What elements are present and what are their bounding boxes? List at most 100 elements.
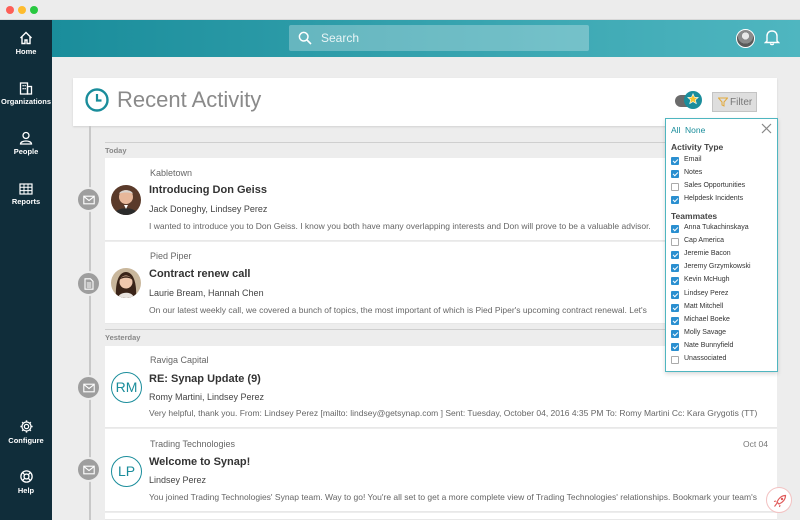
gear-icon bbox=[19, 420, 33, 433]
grid-icon bbox=[19, 183, 33, 195]
sidebar-item-help[interactable]: Help bbox=[0, 469, 52, 495]
filter-option-label: Molly Savage bbox=[684, 328, 727, 336]
mail-icon bbox=[83, 465, 95, 475]
search-icon bbox=[298, 31, 312, 45]
teammates-heading: Teammates bbox=[671, 211, 718, 221]
activity-people: Jack Doneghy, Lindsey Perez bbox=[149, 204, 268, 214]
checkbox[interactable] bbox=[671, 196, 679, 205]
timeline-marker bbox=[76, 187, 101, 212]
home-icon bbox=[20, 31, 32, 45]
filter-option-label: Anna Tukachinskaya bbox=[684, 224, 749, 231]
starred-toggle[interactable] bbox=[684, 91, 702, 109]
sidebar-item-label: People bbox=[13, 147, 39, 156]
close-window-button[interactable] bbox=[6, 6, 14, 14]
window-titlebar bbox=[0, 0, 800, 20]
person-icon bbox=[19, 131, 33, 145]
search-input[interactable] bbox=[321, 29, 576, 47]
avatar bbox=[111, 268, 141, 298]
checkbox[interactable] bbox=[671, 183, 679, 192]
timeline-marker bbox=[76, 271, 101, 296]
top-bar bbox=[52, 20, 800, 57]
filter-label: Filter bbox=[730, 96, 753, 108]
avatar bbox=[111, 185, 141, 215]
avatar: RM bbox=[111, 372, 142, 403]
activity-title[interactable]: Contract renew call bbox=[149, 268, 250, 280]
sidebar-item-label: Reports bbox=[11, 197, 41, 206]
clock-icon bbox=[85, 88, 109, 112]
star-icon bbox=[687, 93, 699, 105]
timeline-marker bbox=[76, 375, 101, 400]
maximize-window-button[interactable] bbox=[30, 6, 38, 14]
sidebar-item-home[interactable]: Home bbox=[0, 31, 52, 56]
activity-title[interactable]: Welcome to Synap! bbox=[149, 456, 250, 468]
activity-title[interactable]: RE: Synap Update (9) bbox=[149, 373, 261, 385]
checkbox[interactable] bbox=[671, 157, 679, 165]
mail-icon bbox=[83, 383, 95, 393]
checkbox[interactable] bbox=[671, 329, 679, 338]
filter-option-label: Michael Boeke bbox=[684, 315, 730, 323]
sidebar-item-reports[interactable]: Reports bbox=[0, 183, 52, 206]
filter-option-label: Nate Bunnyfield bbox=[684, 341, 734, 349]
filter-option-label: Helpdesk Incidents bbox=[684, 195, 744, 203]
sidebar-item-label: Home bbox=[15, 47, 37, 56]
minimize-window-button[interactable] bbox=[18, 6, 26, 14]
activity-type-heading: Activity Type bbox=[671, 142, 724, 152]
building-icon bbox=[19, 82, 33, 95]
checkbox[interactable] bbox=[671, 316, 679, 325]
activity-org: Raviga Capital bbox=[150, 355, 209, 365]
user-avatar[interactable] bbox=[736, 29, 755, 48]
sidebar-item-label: Configure bbox=[8, 436, 44, 445]
checkbox[interactable] bbox=[671, 264, 679, 273]
checkbox[interactable] bbox=[671, 170, 679, 179]
activity-date: Oct 04 bbox=[742, 439, 768, 449]
filter-option-label: Matt Mitchell bbox=[684, 302, 724, 310]
checkbox[interactable] bbox=[671, 356, 679, 364]
activity-body: Very helpful, thank you. From: Lindsey P… bbox=[149, 408, 759, 418]
checkbox[interactable] bbox=[671, 290, 679, 299]
filter-option-label: Kevin McHugh bbox=[684, 276, 730, 284]
close-icon[interactable] bbox=[761, 123, 772, 134]
sidebar-item-configure[interactable]: Configure bbox=[0, 419, 52, 445]
checkbox[interactable] bbox=[671, 238, 679, 247]
sidebar: Home Organizations People Reports Config… bbox=[0, 20, 52, 520]
avatar: LP bbox=[111, 456, 142, 487]
rocket-icon bbox=[773, 494, 787, 508]
filter-button[interactable]: Filter bbox=[712, 92, 757, 112]
filter-panel: All None Activity Type Email Notes Sales O… bbox=[665, 118, 778, 372]
checkbox[interactable] bbox=[671, 342, 679, 351]
sidebar-item-people[interactable]: People bbox=[0, 131, 52, 156]
lifebuoy-icon bbox=[19, 470, 33, 483]
filter-option-label: Jeremie Bacon bbox=[684, 250, 731, 258]
bell-icon[interactable] bbox=[764, 28, 780, 46]
checkbox[interactable] bbox=[671, 251, 679, 260]
select-all-link[interactable]: All bbox=[671, 125, 680, 135]
activity-people: Lindsey Perez bbox=[149, 475, 207, 485]
filter-option-label: Unassociated bbox=[684, 355, 727, 362]
activity-org: Trading Technologies bbox=[150, 439, 236, 449]
activity-body: You joined Trading Technologies' Synap t… bbox=[149, 492, 759, 502]
group-label-today: Today bbox=[105, 146, 127, 155]
activity-card[interactable] bbox=[105, 513, 777, 520]
note-icon bbox=[84, 278, 94, 290]
timeline-marker bbox=[76, 457, 101, 482]
search-box[interactable] bbox=[289, 25, 589, 51]
activity-title[interactable]: Introducing Don Geiss bbox=[149, 184, 267, 196]
filter-option-label: Lindsey Perez bbox=[684, 289, 729, 297]
select-none-link[interactable]: None bbox=[685, 125, 705, 135]
funnel-icon bbox=[718, 97, 728, 107]
checkbox[interactable] bbox=[671, 277, 679, 286]
mail-icon bbox=[83, 195, 95, 205]
checkbox[interactable] bbox=[671, 225, 679, 233]
sidebar-item-label: Organizations bbox=[0, 97, 51, 106]
group-label-yesterday: Yesterday bbox=[105, 333, 141, 342]
filter-option-label: Sales Opportunities bbox=[684, 182, 746, 190]
activity-org: Kabletown bbox=[150, 168, 193, 178]
activity-people: Laurie Bream, Hannah Chen bbox=[149, 288, 264, 298]
activity-people: Romy Martini, Lindsey Perez bbox=[149, 392, 265, 402]
filter-option-label: Notes bbox=[684, 169, 703, 177]
sidebar-item-organizations[interactable]: Organizations bbox=[0, 81, 52, 106]
activity-card[interactable]: Trading Technologies Oct 04 LP Welcome t… bbox=[105, 429, 777, 512]
filter-option-label: Cap America bbox=[684, 237, 725, 245]
checkbox[interactable] bbox=[671, 303, 679, 312]
rocket-button[interactable] bbox=[766, 487, 792, 513]
